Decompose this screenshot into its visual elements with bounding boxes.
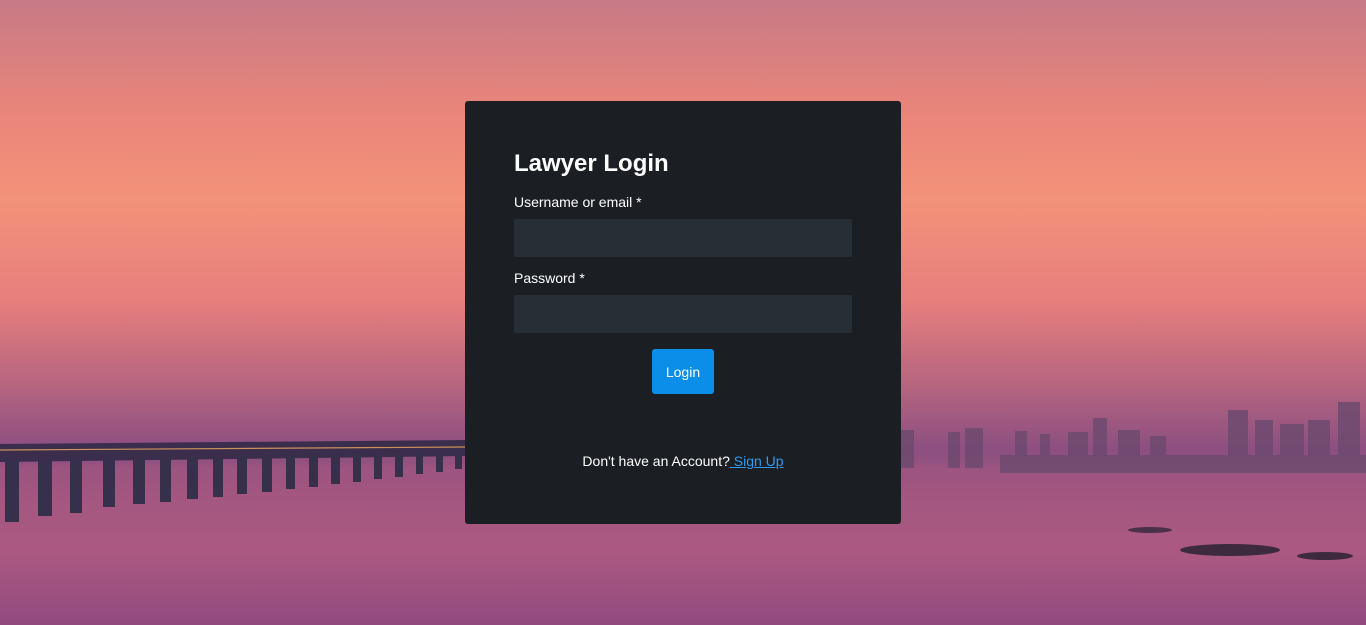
username-label: Username or email * [514, 194, 642, 210]
password-label: Password * [514, 270, 585, 286]
signup-row: Don't have an Account? Sign Up [514, 453, 852, 469]
signup-prompt: Don't have an Account? [582, 453, 730, 469]
login-button-wrapper: Login [514, 349, 852, 394]
username-input[interactable] [514, 219, 852, 257]
login-card: Lawyer Login Username or email * Passwor… [465, 101, 901, 524]
password-input[interactable] [514, 295, 852, 333]
signup-link[interactable]: Sign Up [730, 453, 784, 469]
page-title: Lawyer Login [514, 150, 669, 177]
login-button[interactable]: Login [652, 349, 714, 394]
